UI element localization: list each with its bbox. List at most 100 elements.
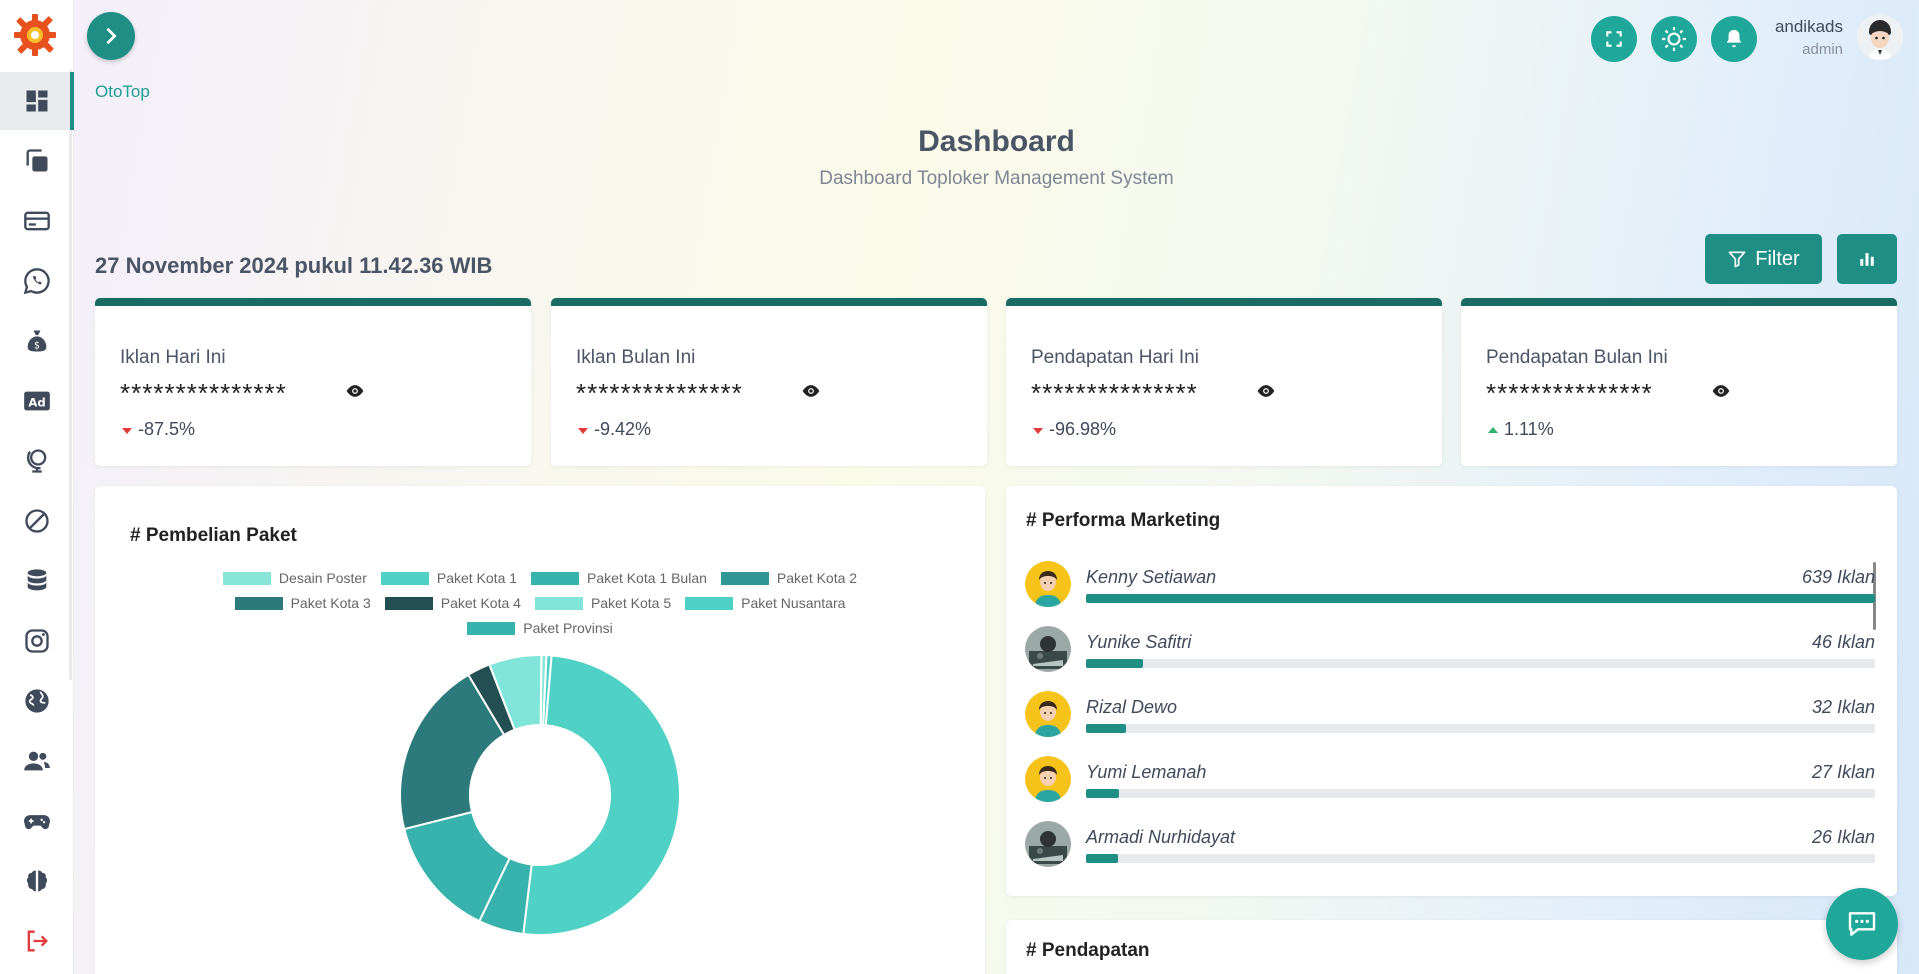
marketing-row: Armadi Nurhidayat 26 Iklan: [1025, 821, 1875, 871]
stat-change-value: -87.5%: [138, 419, 196, 439]
legend-item[interactable]: Paket Kota 4: [384, 595, 521, 611]
stat-change-value: -96.98%: [1049, 419, 1117, 439]
theme-toggle-button[interactable]: [1651, 16, 1697, 62]
legend-item[interactable]: Paket Provinsi: [467, 620, 613, 636]
sidebar-item-ai[interactable]: [0, 852, 74, 910]
stat-change: -96.98%: [1031, 419, 1116, 440]
bell-icon: [1726, 29, 1742, 48]
marketer-ad-count: 46 Iklan: [1811, 632, 1875, 652]
app-logo[interactable]: [12, 12, 58, 58]
legend-item[interactable]: Paket Kota 2: [720, 570, 857, 586]
marketer-name: Armadi Nurhidayat: [1086, 827, 1236, 847]
marketer-progress-fill: [1086, 854, 1119, 863]
stat-change: 1.11%: [1486, 419, 1554, 440]
sidebar-item-card[interactable]: [0, 192, 74, 250]
chart-view-button[interactable]: [1837, 234, 1897, 284]
user-avatar[interactable]: [1857, 14, 1903, 60]
chat-icon: [1848, 912, 1876, 936]
trend-down-icon: [1033, 427, 1043, 434]
svg-text:Ad: Ad: [28, 395, 45, 409]
page-title: Dashboard: [918, 125, 1075, 158]
fullscreen-icon: [1606, 31, 1622, 47]
users-icon: [24, 751, 50, 771]
trend-down-icon: [122, 427, 132, 434]
sidebar-item-globe[interactable]: [0, 432, 74, 490]
dashboard-icon: [26, 90, 48, 112]
breadcrumb[interactable]: OtoTop: [95, 82, 150, 102]
stat-masked-value: ***************: [576, 378, 743, 408]
eye-icon[interactable]: [801, 384, 821, 398]
legend-item[interactable]: Paket Kota 1: [380, 570, 517, 586]
marketing-row: Kenny Setiawan 639 Iklan: [1025, 561, 1875, 611]
sidebar-item-instagram[interactable]: [0, 612, 74, 670]
marketer-ad-count: 639 Iklan: [1801, 567, 1875, 587]
user-name[interactable]: andikads: [1775, 17, 1843, 37]
stat-change: -9.42%: [576, 419, 651, 440]
sidebar-item-games[interactable]: [0, 792, 74, 850]
marketer-name: Rizal Dewo: [1086, 697, 1178, 717]
marketer-progress-track: [1086, 659, 1875, 668]
filter-icon: [1728, 251, 1746, 268]
marketing-row: Rizal Dewo 32 Iklan: [1025, 691, 1875, 741]
marketer-avatar: [1025, 756, 1071, 802]
sidebar-item-dashboard[interactable]: [0, 72, 74, 130]
marketer-progress-fill: [1086, 789, 1120, 798]
chevron-right-icon: [106, 28, 117, 44]
page-subtitle: Dashboard Toploker Management System: [819, 168, 1174, 189]
marketer-progress-track: [1086, 854, 1875, 863]
filter-button-label: Filter: [1755, 247, 1800, 270]
legend-item[interactable]: Desain Poster: [222, 570, 367, 586]
logout-button[interactable]: [0, 912, 74, 970]
marketing-row: Yumi Lemanah 27 Iklan: [1025, 756, 1875, 806]
stat-masked-value: ***************: [120, 378, 287, 408]
marketer-avatar: [1025, 691, 1071, 737]
sidebar-item-blocked[interactable]: [0, 492, 74, 550]
sidebar-item-revenue[interactable]: $: [0, 312, 74, 370]
ban-icon: [25, 509, 49, 533]
marketer-progress-track: [1086, 724, 1875, 733]
credit-card-icon: [24, 211, 50, 231]
brain-icon: [26, 870, 48, 892]
copy-icon: [26, 149, 48, 172]
eye-icon[interactable]: [345, 384, 365, 398]
sidebar-item-earth[interactable]: [0, 672, 74, 730]
eye-icon[interactable]: [1256, 384, 1276, 398]
user-role: admin: [1802, 41, 1843, 58]
eye-icon[interactable]: [1711, 384, 1731, 398]
stat-change-value: 1.11%: [1504, 419, 1554, 439]
marketer-avatar: [1025, 626, 1071, 672]
sidebar-toggle-button[interactable]: [87, 12, 135, 60]
marketer-avatar: [1025, 561, 1071, 607]
globe-stand-icon: [26, 449, 47, 473]
trend-up-icon: [1488, 426, 1498, 433]
ad-icon: Ad: [24, 391, 50, 411]
marketer-name: Yumi Lemanah: [1086, 762, 1207, 782]
chat-button[interactable]: [1826, 888, 1898, 960]
stat-masked-value: ***************: [1031, 378, 1198, 408]
filter-button[interactable]: Filter: [1705, 234, 1822, 284]
sidebar-item-copy[interactable]: [0, 132, 74, 190]
pembelian-paket-title: # Pembelian Paket: [130, 525, 297, 546]
marketer-name: Yunike Safitri: [1086, 632, 1192, 652]
earth-icon: [25, 689, 49, 713]
money-bag-icon: $: [27, 330, 47, 352]
marketer-progress-track: [1086, 789, 1875, 798]
sidebar-item-whatsapp[interactable]: [0, 252, 74, 310]
marketer-ad-count: 27 Iklan: [1811, 762, 1875, 782]
stat-card-iklan-hari-ini: Iklan Hari Ini *************** -87.5%: [95, 298, 531, 466]
sidebar-item-ads[interactable]: Ad: [0, 372, 74, 430]
pembelian-donut-chart: [399, 653, 681, 936]
stat-label: Pendapatan Bulan Ini: [1486, 347, 1668, 368]
legend-item[interactable]: Paket Kota 3: [234, 595, 371, 611]
notifications-button[interactable]: [1711, 16, 1757, 62]
legend-item[interactable]: Paket Nusantara: [685, 595, 845, 611]
legend-item[interactable]: Paket Kota 5: [534, 595, 671, 611]
sidebar-item-users[interactable]: [0, 732, 74, 790]
fullscreen-button[interactable]: [1591, 16, 1637, 62]
sidebar-item-database[interactable]: [0, 552, 74, 610]
marketer-progress-fill: [1086, 659, 1143, 668]
legend-item[interactable]: Paket Kota 1 Bulan: [531, 570, 707, 586]
sun-icon: [1662, 27, 1686, 51]
performa-marketing-title: # Performa Marketing: [1026, 510, 1221, 531]
stat-card-pendapatan-hari-ini: Pendapatan Hari Ini *************** -96.…: [1006, 298, 1442, 466]
